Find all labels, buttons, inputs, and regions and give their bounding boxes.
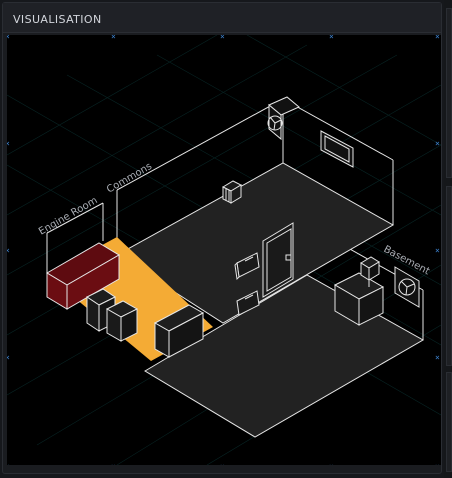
resize-handle-icon: ×: [435, 139, 440, 148]
right-edge-strip: [444, 0, 452, 478]
resize-handle-icon: ×: [329, 462, 334, 465]
resize-handle-icon: ×: [111, 35, 116, 41]
ship-layout-canvas[interactable]: × × × × × × × × × × × × × × × ×: [7, 35, 441, 465]
resize-handle-icon: ×: [220, 462, 225, 465]
resize-handle-icon: ×: [7, 139, 10, 148]
resize-handle-icon: ×: [329, 35, 334, 41]
resize-handle-icon: ×: [7, 246, 10, 255]
resize-handle-icon: ×: [7, 353, 10, 362]
basement-machine[interactable]: [333, 256, 385, 326]
resize-handle-icon: ×: [435, 35, 440, 41]
room-label-basement: Basement: [382, 244, 432, 277]
room-label-engine-room: Engine Room: [37, 195, 100, 237]
visualisation-viewport[interactable]: × × × × × × × × × × × × × × × ×: [7, 35, 441, 465]
side-panel-tab[interactable]: [446, 8, 452, 178]
fan-icon[interactable]: [394, 266, 420, 308]
resize-handle-icon: ×: [111, 462, 116, 465]
visualisation-panel: VISUALISATION × × × × × × × × × × × ×: [2, 2, 442, 474]
resize-handle-icon: ×: [435, 353, 440, 362]
resize-handle-icon: ×: [435, 246, 440, 255]
side-panel-tab[interactable]: [446, 372, 452, 472]
resize-handle-icon: ×: [7, 35, 10, 41]
resize-handle-icon: ×: [220, 35, 225, 41]
panel-title: VISUALISATION: [13, 13, 102, 26]
engine-machine[interactable]: [105, 300, 139, 342]
vent-icon[interactable]: [320, 130, 354, 168]
resize-handle-icon: ×: [435, 462, 440, 465]
side-panel-tab[interactable]: [446, 186, 452, 366]
panel-header: VISUALISATION: [3, 3, 441, 33]
resize-handle-icon: ×: [7, 462, 10, 465]
room-label-commons: Commons: [105, 161, 154, 196]
